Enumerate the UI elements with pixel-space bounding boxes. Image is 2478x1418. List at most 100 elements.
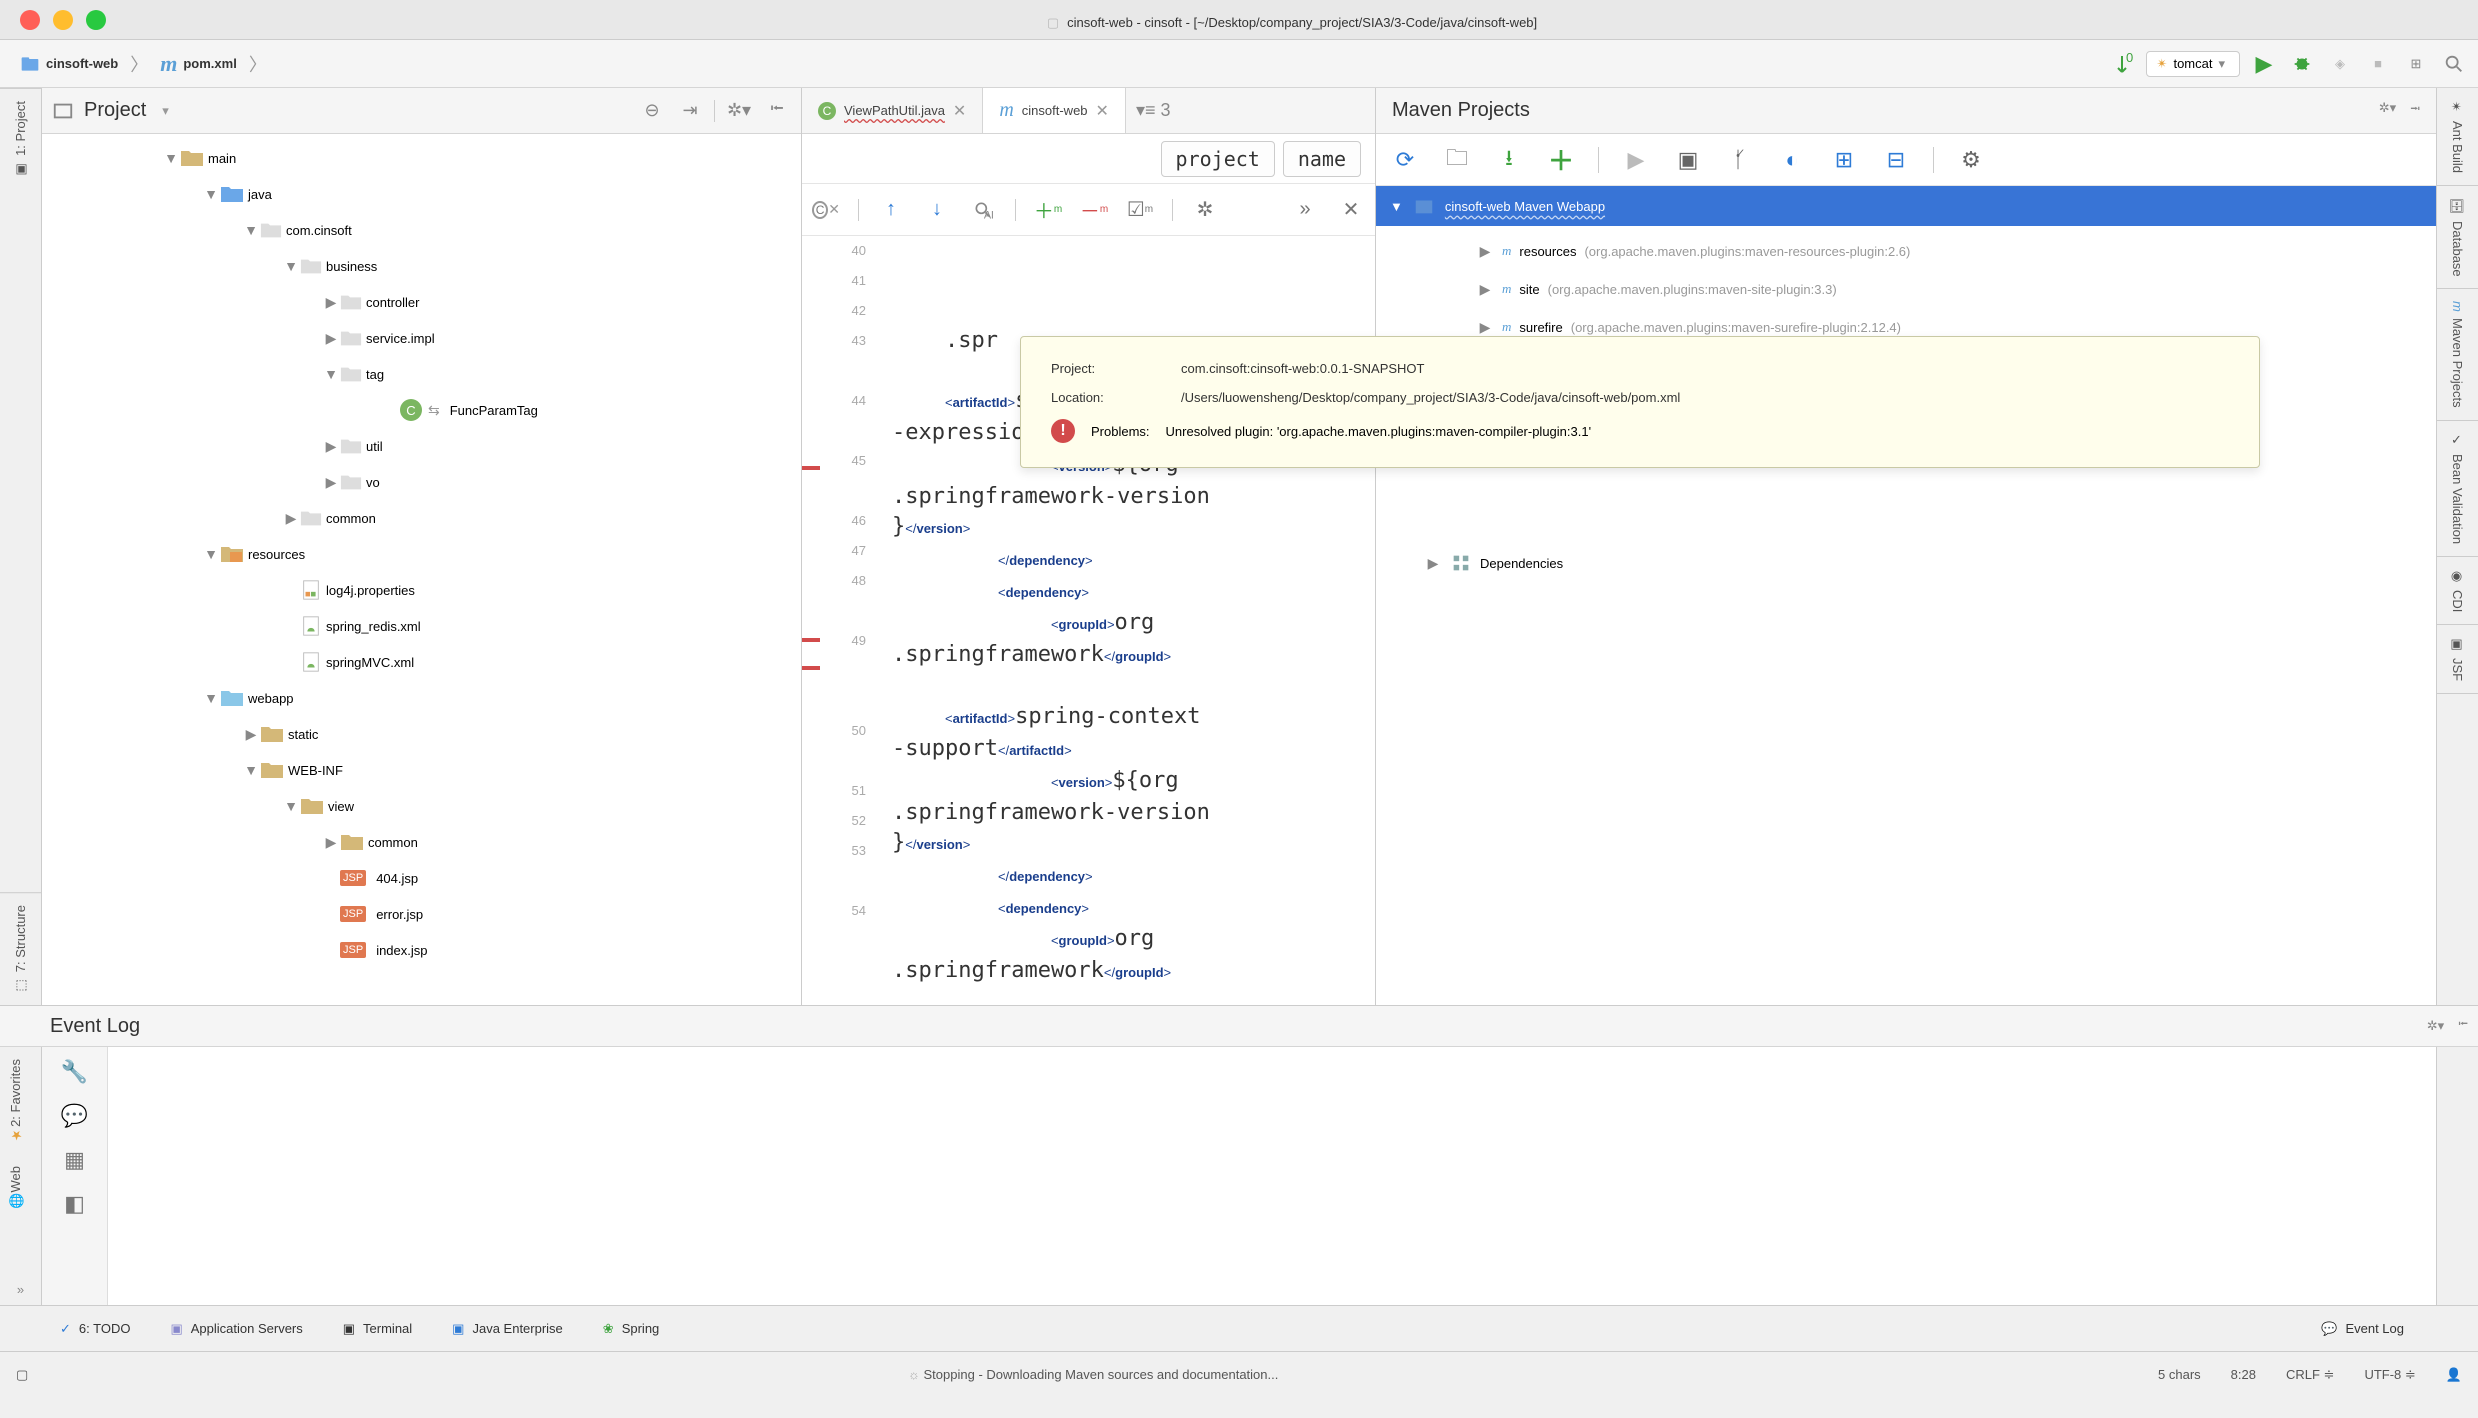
tool-tab-maven[interactable]: mMaven Projects	[2437, 289, 2478, 420]
status-position[interactable]: 8:28	[2231, 1367, 2256, 1383]
refresh-icon[interactable]: ⟳	[1390, 145, 1420, 175]
tree-node[interactable]: ▼com.cinsoft	[42, 212, 801, 248]
search-icon[interactable]: ALL	[969, 196, 997, 224]
layout-button[interactable]: ⊞	[2402, 50, 2430, 78]
maven-plugin-node[interactable]: ▶msite (org.apache.maven.plugins:maven-s…	[1376, 270, 2436, 308]
tree-node[interactable]: spring_redis.xml	[42, 608, 801, 644]
tool-tab-ant[interactable]: ✴Ant Build	[2437, 88, 2478, 186]
tool-tab-bean[interactable]: ✓Bean Validation	[2437, 421, 2478, 557]
status-encoding[interactable]: UTF-8 ≑	[2364, 1367, 2415, 1383]
download-icon[interactable]: ⭳	[1494, 145, 1524, 175]
scroll-to-source-icon[interactable]: ⇥	[676, 97, 704, 125]
window-close-icon[interactable]	[20, 10, 40, 30]
filter-icon[interactable]: ▦	[60, 1145, 90, 1175]
generate-sources-icon[interactable]: 🗀	[1442, 145, 1472, 175]
up-arrow-icon[interactable]: ↑	[877, 196, 905, 224]
tree-node[interactable]: JSPerror.jsp	[42, 896, 801, 932]
editor-tab-viewpathutil[interactable]: C ViewPathUtil.java ✕	[802, 88, 983, 133]
tree-node[interactable]: ▼tag	[42, 356, 801, 392]
status-indicator-icon[interactable]: ▢	[16, 1367, 28, 1383]
tool-tab-database[interactable]: 🗄Database	[2437, 186, 2478, 289]
tree-node[interactable]: ▶service.impl	[42, 320, 801, 356]
balloon-icon[interactable]: 💬	[60, 1101, 90, 1131]
tree-node[interactable]: ▶util	[42, 428, 801, 464]
search-button[interactable]	[2440, 50, 2468, 78]
close-icon[interactable]: ✕	[953, 101, 966, 121]
toggle-skip-tests-icon[interactable]: ◐	[1777, 145, 1807, 175]
show-deps-icon[interactable]: ⊞	[1829, 145, 1859, 175]
clear-icon[interactable]: ◧	[60, 1189, 90, 1219]
stop-button[interactable]: ■	[2364, 50, 2392, 78]
tab-list-icon[interactable]: ▾≡ 3	[1126, 88, 1181, 133]
panel-settings-icon[interactable]: ✲▾	[2379, 100, 2396, 122]
hide-panel-icon[interactable]: ⭲	[2410, 100, 2420, 122]
tool-tab-todo[interactable]: ✓6: TODO	[60, 1321, 130, 1337]
maven-settings-icon[interactable]: ⚙	[1956, 145, 1986, 175]
xml-crumb-project[interactable]: project	[1161, 141, 1275, 177]
tree-node[interactable]: C⇆FuncParamTag	[42, 392, 801, 428]
tree-node[interactable]: JSP404.jsp	[42, 860, 801, 896]
update-project-icon[interactable]: 01	[2108, 50, 2136, 78]
tree-node[interactable]: ▶common	[42, 500, 801, 536]
tool-tab-structure[interactable]: ⬚7: Structure	[0, 892, 41, 1005]
tool-tab-javaee[interactable]: ▣Java Enterprise	[452, 1321, 563, 1337]
panel-settings-icon[interactable]: ✲▾	[725, 97, 753, 125]
run-button[interactable]: ▶	[2250, 50, 2278, 78]
tree-node[interactable]: ▼business	[42, 248, 801, 284]
more-icon[interactable]: »	[1291, 196, 1319, 224]
tree-node[interactable]: ▶vo	[42, 464, 801, 500]
close-icon[interactable]: ✕	[1337, 196, 1365, 224]
tool-tab-jsf[interactable]: ▣JSF	[2437, 625, 2478, 694]
window-minimize-icon[interactable]	[53, 10, 73, 30]
tool-tab-appservers[interactable]: ▣Application Servers	[170, 1321, 302, 1337]
editor-tab-cinsoft-web[interactable]: m cinsoft-web ✕	[983, 88, 1126, 133]
tree-node[interactable]: ▶static	[42, 716, 801, 752]
coverage-button[interactable]: ◈	[2326, 50, 2354, 78]
toggle-icon[interactable]: ☑m	[1126, 196, 1154, 224]
tree-node[interactable]: ▼resources	[42, 536, 801, 572]
project-tree[interactable]: ▼main▼java▼com.cinsoft▼business▶controll…	[42, 134, 801, 1005]
settings-icon[interactable]: 🔧	[60, 1057, 90, 1087]
down-arrow-icon[interactable]: ↓	[923, 196, 951, 224]
add-icon[interactable]: ＋	[1546, 145, 1576, 175]
maven-node-dependencies[interactable]: ▶ Dependencies	[1376, 544, 2436, 582]
tree-node[interactable]: ▶controller	[42, 284, 801, 320]
tree-node[interactable]: ▼view	[42, 788, 801, 824]
collapse-icon[interactable]: ⊟	[1881, 145, 1911, 175]
tree-node[interactable]: JSPindex.jsp	[42, 932, 801, 968]
breadcrumb-project[interactable]: cinsoft-web	[10, 50, 128, 78]
tool-tab-cdi[interactable]: ◉CDI	[2437, 557, 2478, 625]
panel-settings-icon[interactable]: ✲▾	[2427, 1018, 2444, 1034]
gear-icon[interactable]: ✲	[1191, 196, 1219, 224]
debug-button[interactable]	[2288, 50, 2316, 78]
tool-tab-favorites[interactable]: ★2: Favorites	[0, 1047, 41, 1154]
clear-icon[interactable]: C✕	[812, 196, 840, 224]
xml-crumb-name[interactable]: name	[1283, 141, 1361, 177]
tree-node[interactable]: ▼main	[42, 140, 801, 176]
tree-node[interactable]: ▼java	[42, 176, 801, 212]
add-icon[interactable]: ＋m	[1034, 196, 1062, 224]
window-zoom-icon[interactable]	[86, 10, 106, 30]
tree-node[interactable]: ▼webapp	[42, 680, 801, 716]
tree-node[interactable]: ▶common	[42, 824, 801, 860]
hide-panel-icon[interactable]: ⭰	[2458, 1015, 2468, 1037]
remove-icon[interactable]: －m	[1080, 196, 1108, 224]
maven-plugin-node[interactable]: ▶mresources (org.apache.maven.plugins:ma…	[1376, 232, 2436, 270]
status-line-ending[interactable]: CRLF ≑	[2286, 1367, 2334, 1383]
close-icon[interactable]: ✕	[1096, 101, 1109, 121]
tree-node[interactable]: springMVC.xml	[42, 644, 801, 680]
tool-tab-terminal[interactable]: ▣Terminal	[343, 1321, 412, 1337]
maven-root-node[interactable]: ▼ cinsoft-web Maven Webapp	[1376, 186, 2436, 226]
run-icon[interactable]: ▶	[1621, 145, 1651, 175]
run-config-select[interactable]: ✴ tomcat ▾	[2146, 51, 2240, 77]
execute-icon[interactable]: ▣	[1673, 145, 1703, 175]
tree-node[interactable]: ▼WEB-INF	[42, 752, 801, 788]
breadcrumb-file[interactable]: m pom.xml	[150, 47, 247, 81]
tree-node[interactable]: log4j.properties	[42, 572, 801, 608]
collapse-all-icon[interactable]: ⊖	[638, 97, 666, 125]
inspections-icon[interactable]: 👤	[2446, 1367, 2462, 1383]
tool-tab-project[interactable]: ▣1: Project	[0, 88, 41, 189]
toggle-offline-icon[interactable]: ᚶ	[1725, 145, 1755, 175]
tool-tab-web[interactable]: 🌐Web	[0, 1154, 41, 1220]
hide-panel-icon[interactable]: ⭰	[763, 97, 791, 125]
